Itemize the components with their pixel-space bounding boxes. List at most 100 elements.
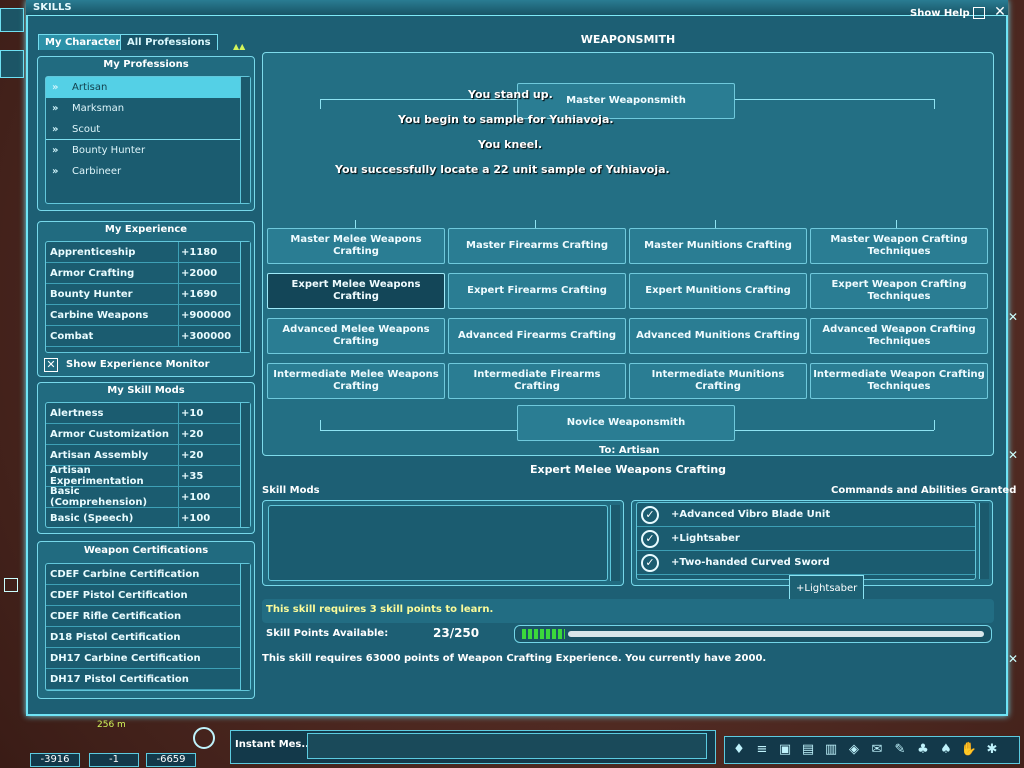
commands-list: ✓ +Advanced Vibro Blade Unit ✓ +Lightsaber… bbox=[636, 502, 976, 580]
list-item: Armor Customization +20 bbox=[46, 424, 250, 445]
checkmark-icon: ✓ bbox=[641, 529, 659, 548]
profession-item[interactable]: » Bounty Hunter bbox=[46, 140, 250, 161]
list-item: Basic (Speech) +100 bbox=[46, 508, 250, 527]
close-icon[interactable]: ✕ bbox=[1008, 310, 1022, 328]
skill-box[interactable]: Master Firearms Crafting bbox=[448, 228, 626, 264]
skill-box[interactable]: Master Weapon Crafting Techniques bbox=[810, 228, 988, 264]
arrows-icon: ▲▲ bbox=[233, 42, 246, 51]
list-item: Basic (Comprehension) +100 bbox=[46, 486, 250, 508]
profession-item[interactable]: » Artisan bbox=[46, 77, 250, 98]
skills-icon[interactable]: ♠ bbox=[936, 740, 956, 760]
skill-box[interactable]: Intermediate Melee Weapons Crafting bbox=[267, 363, 445, 399]
chat-input[interactable] bbox=[307, 733, 707, 759]
show-help-label[interactable]: Show Help bbox=[910, 8, 970, 19]
tool-icon[interactable]: ✎ bbox=[890, 740, 910, 760]
tree-line bbox=[535, 220, 536, 228]
droplet-icon[interactable]: ♦ bbox=[729, 740, 749, 760]
compass-icon[interactable] bbox=[193, 727, 215, 749]
tree-line bbox=[715, 220, 716, 228]
checkmark-icon: ✓ bbox=[641, 553, 659, 572]
experience-title: My Experience bbox=[104, 224, 188, 235]
experience-monitor-checkbox[interactable]: ✕ bbox=[44, 358, 58, 372]
close-icon[interactable]: ✕ bbox=[1008, 448, 1022, 466]
title-bar[interactable] bbox=[26, 0, 1008, 16]
chat-message: You successfully locate a 22 unit sample… bbox=[335, 163, 670, 176]
skill-box[interactable]: Advanced Firearms Crafting bbox=[448, 318, 626, 354]
close-icon[interactable]: ✕ bbox=[991, 4, 1009, 22]
professions-list: » Artisan » Marksman » Scout » Bounty Hunter… bbox=[45, 76, 251, 204]
commands-scrollbar[interactable] bbox=[979, 503, 989, 579]
skill-box-novice[interactable]: Novice Weaponsmith bbox=[517, 405, 735, 441]
coord-z: -6659 bbox=[146, 753, 196, 767]
chat-placeholder: Instant Mes... bbox=[235, 739, 313, 750]
profession-item[interactable]: » Scout bbox=[46, 119, 250, 140]
certifications-title: Weapon Certifications bbox=[83, 545, 209, 556]
certifications-list: CDEF Carbine Certification CDEF Pistol C… bbox=[45, 563, 251, 691]
list-item: ✓ +Two-handed Curved Sword bbox=[637, 551, 975, 575]
checkmark-icon: ✓ bbox=[641, 505, 659, 524]
show-help-checkbox[interactable] bbox=[973, 7, 985, 19]
settings-icon[interactable]: ✱ bbox=[982, 740, 1002, 760]
skill-mods-detail-scrollbar[interactable] bbox=[610, 505, 620, 581]
skill-box[interactable]: Advanced Melee Weapons Crafting bbox=[267, 318, 445, 354]
skill-box[interactable]: Advanced Munitions Crafting bbox=[629, 318, 807, 354]
skill-box[interactable]: Master Munitions Crafting bbox=[629, 228, 807, 264]
tab-all-professions[interactable]: All Professions bbox=[120, 34, 218, 50]
stand-icon[interactable] bbox=[0, 8, 24, 32]
profession-item[interactable]: » Carbineer bbox=[46, 161, 250, 182]
skill-box[interactable]: Intermediate Weapon Crafting Techniques bbox=[810, 363, 988, 399]
list-item: Apprenticeship +1180 bbox=[46, 242, 250, 263]
window-title: SKILLS bbox=[33, 2, 72, 13]
requires-points-text: This skill requires 3 skill points to le… bbox=[266, 604, 494, 615]
datapad-icon[interactable]: ▤ bbox=[798, 740, 818, 760]
group-icon[interactable]: ♣ bbox=[913, 740, 933, 760]
run-icon[interactable] bbox=[0, 50, 24, 78]
tab-my-character[interactable]: My Character bbox=[38, 34, 128, 50]
skill-box[interactable]: Intermediate Firearms Crafting bbox=[448, 363, 626, 399]
list-item: Armor Crafting +2000 bbox=[46, 263, 250, 284]
professions-title: My Professions bbox=[103, 59, 189, 70]
list-item: Artisan Assembly +20 bbox=[46, 445, 250, 466]
list-item: CDEF Pistol Certification bbox=[46, 585, 250, 606]
tree-line bbox=[320, 99, 321, 109]
skill-mods-detail-list bbox=[268, 505, 608, 581]
skill-box[interactable]: Expert Weapon Crafting Techniques bbox=[810, 273, 988, 309]
mail-icon[interactable]: ✉ bbox=[867, 740, 887, 760]
skill-box[interactable]: Intermediate Munitions Crafting bbox=[629, 363, 807, 399]
hand-icon[interactable]: ✋ bbox=[959, 740, 979, 760]
skill-box[interactable]: Master Melee Weapons Crafting bbox=[267, 228, 445, 264]
list-item: Bounty Hunter +1690 bbox=[46, 284, 250, 305]
journal-icon[interactable]: ▥ bbox=[821, 740, 841, 760]
experience-monitor-label: Show Experience Monitor bbox=[66, 359, 210, 370]
experience-scrollbar[interactable] bbox=[240, 242, 250, 352]
certifications-scrollbar[interactable] bbox=[240, 564, 250, 690]
community-icon[interactable]: ◈ bbox=[844, 740, 864, 760]
skill-box[interactable]: Advanced Weapon Crafting Techniques bbox=[810, 318, 988, 354]
list-item: ✓ +Advanced Vibro Blade Unit bbox=[637, 503, 975, 527]
tree-line bbox=[355, 220, 356, 228]
profession-title: WEAPONSMITH bbox=[580, 33, 676, 46]
profession-item[interactable]: » Marksman bbox=[46, 98, 250, 119]
chat-message: You begin to sample for Yuhiavoja. bbox=[398, 113, 614, 126]
tree-line bbox=[896, 220, 897, 228]
points-label: Skill Points Available: bbox=[266, 628, 389, 639]
inventory-icon[interactable]: ▣ bbox=[775, 740, 795, 760]
list-item: CDEF Rifle Certification bbox=[46, 606, 250, 627]
list-icon[interactable]: ≡ bbox=[752, 740, 772, 760]
chevron-right-icon: » bbox=[52, 103, 59, 114]
chat-message: You stand up. bbox=[468, 88, 553, 101]
skill-box-selected[interactable]: Expert Melee Weapons Crafting bbox=[267, 273, 445, 309]
skill-box[interactable]: Expert Firearms Crafting bbox=[448, 273, 626, 309]
close-icon[interactable]: ✕ bbox=[1008, 652, 1022, 670]
professions-scrollbar[interactable] bbox=[240, 77, 250, 203]
skill-box[interactable]: Expert Munitions Crafting bbox=[629, 273, 807, 309]
commands-label: Commands and Abilities Granted bbox=[831, 485, 1017, 496]
toggle-box[interactable] bbox=[4, 578, 18, 592]
list-item: ✓ +Lightsaber bbox=[637, 527, 975, 551]
list-item: DH17 Pistol Certification bbox=[46, 669, 250, 690]
coord-y: -1 bbox=[89, 753, 139, 767]
requires-xp-text: This skill requires 63000 points of Weap… bbox=[262, 653, 767, 664]
skill-mods-list: Alertness +10 Armor Customization +20 Arti… bbox=[45, 402, 251, 528]
points-progress-track bbox=[568, 631, 984, 637]
skill-mods-scrollbar[interactable] bbox=[240, 403, 250, 527]
